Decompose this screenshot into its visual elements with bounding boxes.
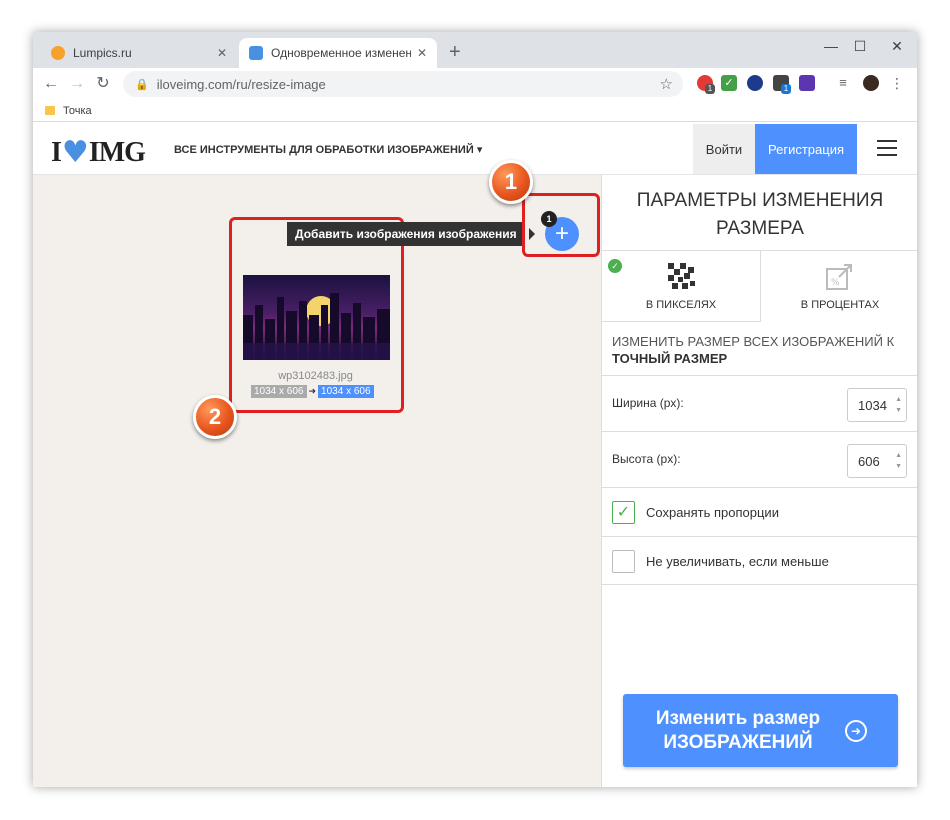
arrow-circle-right-icon: ➜	[845, 720, 867, 742]
lock-icon: 🔒	[135, 78, 149, 91]
resize-mode-tabs: ✓ В ПИКСЕЛЯХ % В ПРОЦЕНТАХ	[602, 250, 917, 322]
tab-in-percent[interactable]: % В ПРОЦЕНТАХ	[760, 251, 917, 322]
back-arrow-icon[interactable]: ←	[41, 74, 61, 94]
tab-in-pixels[interactable]: ✓ В ПИКСЕЛЯХ	[602, 251, 760, 322]
folder-icon	[45, 106, 55, 115]
step-marker-1: 1	[489, 160, 533, 204]
tab-title: Одновременное изменение ра	[271, 46, 411, 60]
width-value: 1034	[858, 397, 887, 413]
panel-title: ПАРАМЕТРЫ ИЗМЕНЕНИЯ РАЗМЕРА	[636, 190, 884, 239]
height-field-row: Высота (px): 606 ▲ ▼	[602, 431, 917, 487]
url-text: iloveimg.com/ru/resize-image	[156, 76, 326, 92]
bookmark-star-icon[interactable]: ☆	[660, 75, 673, 93]
selected-check-icon: ✓	[608, 259, 622, 273]
tab-title: Lumpics.ru	[73, 46, 132, 60]
more-menu-icon[interactable]: ⋮	[889, 75, 905, 91]
extension-badge: 1	[705, 84, 715, 94]
close-tab-icon[interactable]: ✕	[417, 46, 427, 60]
highlight-box-image	[229, 217, 404, 413]
tab-in-pixels-label: В ПИКСЕЛЯХ	[645, 299, 717, 311]
stepper-arrows-icon[interactable]: ▲ ▼	[895, 450, 902, 472]
step-marker-2: 2	[193, 395, 237, 439]
stepper-arrows-icon[interactable]: ▲ ▼	[895, 394, 902, 416]
address-bar[interactable]: 🔒 iloveimg.com/ru/resize-image ☆	[123, 71, 683, 97]
resize-description: ИЗМЕНИТЬ РАЗМЕР ВСЕХ ИЗОБРАЖЕНИЙ К ТОЧНЫ…	[612, 333, 912, 367]
height-input[interactable]: 606 ▲ ▼	[847, 444, 907, 478]
hamburger-menu-icon[interactable]	[877, 140, 897, 156]
caret-down-icon: ▾	[476, 144, 483, 156]
image-workspace: wp3102483.jpg 1034 x 606 ➜ 1034 x 606 До…	[33, 160, 601, 787]
keep-ratio-label: Сохранять пропорции	[646, 505, 779, 520]
media-queue-icon[interactable]: ≡	[835, 75, 851, 91]
browser-window: Lumpics.ru ✕ Одновременное изменение ра …	[33, 32, 917, 787]
lumpics-favicon-icon	[51, 46, 65, 60]
resize-description-mode: ТОЧНЫЙ РАЗМЕР	[612, 351, 728, 366]
login-button[interactable]: Войти	[693, 124, 755, 174]
close-window-icon[interactable]: ✕	[885, 38, 909, 55]
width-field-row: Ширина (px): 1034 ▲ ▼	[602, 375, 917, 431]
resize-images-button[interactable]: Изменить размер ИЗОБРАЖЕНИЙ ➜	[623, 694, 898, 767]
browser-toolbar: ← → ↻ 🔒 iloveimg.com/ru/resize-image ☆ 1…	[33, 68, 917, 100]
minimize-icon[interactable]: —	[819, 38, 843, 54]
logo-text-left: I	[51, 136, 62, 168]
register-button[interactable]: Регистрация	[755, 124, 857, 174]
height-label: Высота (px):	[612, 452, 681, 466]
bookmarks-bar: Точка	[33, 100, 917, 122]
site-logo[interactable]: I ♥ IMG	[51, 135, 146, 170]
percent-resize-icon: %	[826, 264, 852, 290]
new-tab-plus-icon[interactable]: +	[449, 42, 461, 62]
logo-text-right: IMG	[88, 136, 146, 168]
keep-ratio-row: ✓ Сохранять пропорции	[602, 487, 917, 536]
forward-arrow-icon[interactable]: →	[67, 74, 87, 94]
iloveimg-favicon-icon	[249, 46, 263, 60]
extension-check-icon[interactable]: ✓	[721, 75, 737, 91]
no-enlarge-checkbox[interactable]	[612, 550, 635, 573]
heart-icon: ♥	[61, 135, 89, 170]
tab-iloveimg[interactable]: Одновременное изменение ра ✕	[239, 38, 437, 68]
no-enlarge-label: Не увеличивать, если меньше	[646, 554, 829, 569]
profile-avatar[interactable]	[863, 75, 879, 91]
reload-icon[interactable]: ↻	[93, 74, 113, 94]
all-tools-label: ВСЕ ИНСТРУМЕНТЫ ДЛЯ ОБРАБОТКИ ИЗОБРАЖЕНИ…	[174, 144, 474, 156]
resize-options-panel: ПАРАМЕТРЫ ИЗМЕНЕНИЯ РАЗМЕРА ✓ В ПИКСЕЛЯХ	[601, 175, 917, 787]
width-input[interactable]: 1034 ▲ ▼	[847, 388, 907, 422]
close-tab-icon[interactable]: ✕	[217, 46, 227, 60]
highlight-box-add	[522, 193, 600, 257]
tab-lumpics[interactable]: Lumpics.ru ✕	[41, 38, 237, 68]
site-header: I ♥ IMG ВСЕ ИНСТРУМЕНТЫ ДЛЯ ОБРАБОТКИ ИЗ…	[33, 123, 917, 175]
width-label: Ширина (px):	[612, 396, 684, 410]
extension-badge: 1	[781, 84, 791, 94]
resize-button-line1: Изменить размер	[655, 708, 821, 729]
pixels-grid-icon	[668, 263, 695, 289]
keep-ratio-checkbox[interactable]: ✓	[612, 501, 635, 524]
tab-in-percent-label: В ПРОЦЕНТАХ	[800, 299, 880, 311]
height-value: 606	[858, 453, 880, 469]
bookmark-item[interactable]: Точка	[63, 105, 92, 117]
add-images-tooltip: Добавить изображения изображения	[287, 222, 525, 246]
all-tools-menu[interactable]: ВСЕ ИНСТРУМЕНТЫ ДЛЯ ОБРАБОТКИ ИЗОБРАЖЕНИ…	[174, 143, 482, 156]
maximize-icon[interactable]: ☐	[848, 38, 872, 55]
svg-text:%: %	[831, 278, 840, 288]
extension-globe-icon[interactable]	[747, 75, 763, 91]
resize-description-line: ИЗМЕНИТЬ РАЗМЕР ВСЕХ ИЗОБРАЖЕНИЙ К	[612, 334, 895, 349]
resize-button-line2: ИЗОБРАЖЕНИЙ	[663, 732, 813, 753]
no-enlarge-row: Не увеличивать, если меньше	[602, 536, 917, 585]
extension-purple-icon[interactable]	[799, 75, 815, 91]
tab-strip: Lumpics.ru ✕ Одновременное изменение ра …	[33, 32, 917, 68]
